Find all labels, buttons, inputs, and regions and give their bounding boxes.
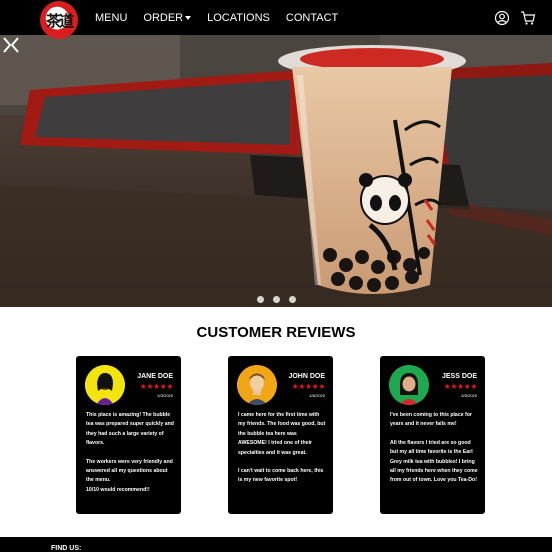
review-card: JOHN DOE ★★★★★ 4/6/2020 I came here for … bbox=[228, 356, 333, 514]
avatar bbox=[389, 365, 429, 405]
reviewer-name: JANE DOE bbox=[137, 373, 173, 380]
review-text: I've been coming to this place for years… bbox=[390, 412, 478, 484]
review-date: 6/5/2020 bbox=[461, 393, 477, 398]
review-date: 5/3/2020 bbox=[157, 393, 173, 398]
rating-stars: ★★★★★ bbox=[139, 382, 174, 391]
carousel-dot[interactable] bbox=[272, 296, 280, 303]
carousel-indicators bbox=[0, 296, 552, 303]
nav-locations-link[interactable]: LOCATIONS bbox=[207, 12, 270, 24]
carousel-dot[interactable] bbox=[288, 296, 296, 303]
carousel-next-icon[interactable] bbox=[0, 35, 14, 55]
reviewer-name: JESS DOE bbox=[441, 373, 477, 380]
review-card: JESS DOE ★★★★★ 6/5/2020 I've been coming… bbox=[380, 356, 485, 514]
nav-icons bbox=[494, 10, 536, 26]
footer: FIND US: bbox=[0, 537, 552, 552]
review-text: I came here for the first time with my f… bbox=[238, 412, 326, 484]
cart-icon[interactable] bbox=[520, 10, 536, 26]
review-date: 4/6/2020 bbox=[309, 393, 325, 398]
reviews-heading: CUSTOMER REVIEWS bbox=[196, 324, 356, 341]
hero-image bbox=[0, 35, 552, 307]
hero-carousel[interactable] bbox=[0, 35, 552, 307]
avatar bbox=[85, 365, 125, 405]
nav-menu-link[interactable]: MENU bbox=[95, 12, 127, 24]
footer-find-us-label: FIND US: bbox=[51, 545, 82, 552]
nav-contact-link[interactable]: CONTACT bbox=[286, 12, 338, 24]
nav-links: MENU ORDER LOCATIONS CONTACT bbox=[95, 0, 354, 35]
review-card: JANE DOE ★★★★★ 5/3/2020 This place is am… bbox=[76, 356, 181, 514]
avatar bbox=[237, 365, 277, 405]
nav-order-link[interactable]: ORDER bbox=[143, 12, 192, 24]
brand-logo[interactable]: 茶道 bbox=[40, 1, 78, 39]
reviewer-name: JOHN DOE bbox=[288, 373, 325, 380]
chevron-down-icon bbox=[185, 15, 192, 20]
review-text: This place is amazing! The bubble tea wa… bbox=[86, 412, 174, 493]
top-navbar: MENU ORDER LOCATIONS CONTACT bbox=[0, 0, 552, 35]
user-icon[interactable] bbox=[494, 10, 510, 26]
rating-stars: ★★★★★ bbox=[291, 382, 326, 391]
rating-stars: ★★★★★ bbox=[443, 382, 478, 391]
logo-glyph: 茶道 bbox=[45, 11, 74, 30]
carousel-dot[interactable] bbox=[256, 296, 264, 303]
